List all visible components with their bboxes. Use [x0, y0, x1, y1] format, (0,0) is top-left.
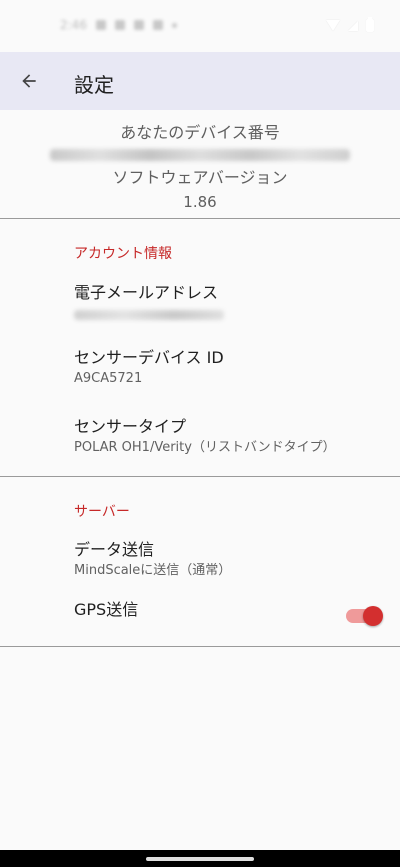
email-value-redacted [74, 310, 224, 320]
sensor-id-title: センサーデバイス ID [74, 348, 224, 367]
status-bar: 2:46 [0, 0, 400, 52]
software-version-label: ソフトウェアバージョン [112, 168, 288, 187]
toggle-thumb [363, 606, 383, 626]
software-version-value: 1.86 [183, 193, 217, 211]
gallery-icon [95, 20, 106, 30]
data-send-value: MindScaleに送信（通常） [74, 563, 232, 578]
signal-icon [348, 20, 358, 31]
app-bar: 設定 [0, 52, 400, 110]
alert-icon [133, 20, 144, 30]
server-section: サーバー データ送信 MindScaleに送信（通常） GPS送信 [0, 477, 400, 647]
gps-send-toggle[interactable] [346, 606, 383, 626]
sensor-type-title: センサータイプ [74, 417, 187, 436]
status-right [326, 17, 374, 32]
device-id-value-redacted [50, 149, 350, 161]
battery-icon [366, 17, 374, 32]
sensor-id-value: A9CA5721 [74, 371, 143, 386]
sensor-type-value: POLAR OH1/Verity（リストバンドタイプ） [74, 440, 336, 455]
download-icon [152, 20, 163, 30]
sensor-id-pref[interactable]: センサーデバイス ID A9CA5721 [0, 325, 400, 395]
navigation-bar [0, 850, 400, 867]
status-left: 2:46 [60, 18, 177, 32]
account-section-header: アカウント情報 [74, 246, 172, 262]
status-time: 2:46 [60, 18, 87, 32]
device-id-label: あなたのデバイス番号 [120, 123, 280, 142]
device-info: あなたのデバイス番号 ソフトウェアバージョン 1.86 [0, 110, 400, 219]
account-section: アカウント情報 電子メールアドレス センサーデバイス ID A9CA5721 セ… [0, 219, 400, 477]
page-title: 設定 [74, 73, 114, 97]
home-handle[interactable] [146, 857, 254, 861]
notification-icon [114, 20, 125, 30]
back-button[interactable] [1, 53, 57, 109]
email-pref[interactable]: 電子メールアドレス [0, 265, 400, 325]
wifi-icon [326, 20, 340, 31]
server-section-header: サーバー [74, 504, 130, 520]
email-title: 電子メールアドレス [74, 283, 219, 302]
dot-icon [171, 22, 177, 28]
data-send-pref[interactable]: データ送信 MindScaleに送信（通常） [0, 523, 400, 585]
sensor-type-pref[interactable]: センサータイプ POLAR OH1/Verity（リストバンドタイプ） [0, 395, 400, 465]
gps-send-pref[interactable]: GPS送信 [0, 585, 400, 647]
arrow-back-icon [22, 74, 36, 88]
data-send-title: データ送信 [74, 540, 155, 559]
